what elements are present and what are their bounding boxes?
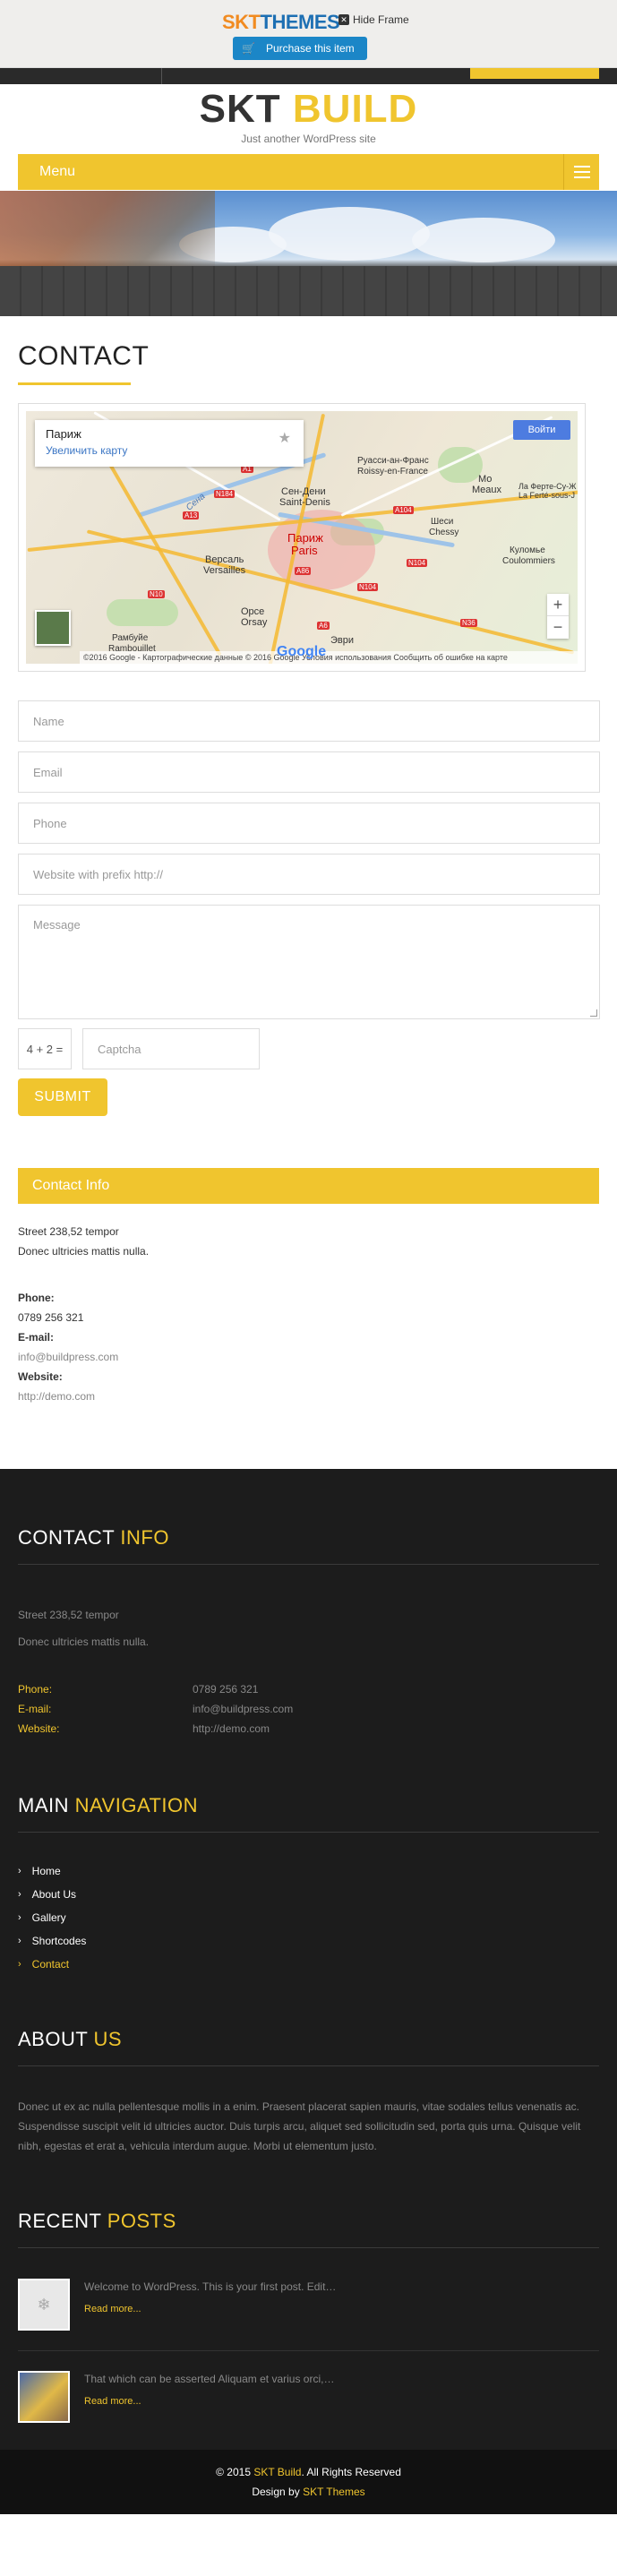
skt-themes-logo[interactable]: SKTTHEMES [222,11,340,34]
copyright-bar: © 2015 SKT Build. All Rights Reserved De… [0,2450,617,2514]
chevron-right-icon: › [18,1912,21,1923]
enlarge-map-link[interactable]: Увеличить карту [46,444,293,457]
title-underline [18,382,131,385]
post-thumbnail[interactable] [18,2371,70,2423]
menu-label: Menu [39,164,76,179]
footer-nav-about[interactable]: › About Us [18,1883,599,1906]
zoom-in-button[interactable]: + [547,594,569,616]
website-input[interactable]: Website with prefix http:// [18,854,600,895]
google-logo: Google [277,644,327,659]
recent-post: ❄ Welcome to WordPress. This is your fir… [18,2279,599,2331]
purchase-button[interactable]: 🛒 Purchase this item [233,37,367,60]
map-place-card: Париж Увеличить карту ★ [35,420,304,467]
footer-contact-section: CONTACT INFO Street 238,52 tempor Donec … [18,1469,599,1739]
map-label-paris: Париж [287,531,323,545]
cart-icon: 🛒 [242,42,255,55]
copyright-site-link[interactable]: SKT Build [253,2466,301,2478]
hamburger-icon[interactable] [563,154,599,190]
recent-post: That which can be asserted Aliquam et va… [18,2371,599,2423]
satellite-toggle[interactable] [35,610,71,646]
google-map[interactable]: Сен-Дени Saint-Denis Руасси-ан-Франс Roi… [26,411,578,664]
message-textarea[interactable]: Message [18,905,600,1019]
chevron-right-icon: › [18,1889,21,1900]
map-frame: Сен-Дени Saint-Denis Руасси-ан-Франс Roi… [18,403,586,672]
footer-nav-list: › Home › About Us › Gallery › Shortcodes › Co… [18,1859,599,1976]
footer-about-heading: ABOUT US [18,2028,123,2050]
site-tagline: Just another WordPress site [241,133,376,145]
phone-input[interactable]: Phone [18,803,600,844]
footer-email-link[interactable]: info@buildpress.com [193,1699,599,1719]
footer-nav-shortcodes[interactable]: › Shortcodes [18,1929,599,1953]
chevron-right-icon: › [18,1936,21,1946]
read-more-link[interactable]: Read more... [84,2396,334,2407]
map-attribution: ©2016 Google - Картографические данные ©… [80,651,578,664]
hide-frame-link[interactable]: ✕ Hide Frame [338,13,409,26]
footer-contact-heading: CONTACT INFO [18,1526,169,1549]
header-banner-image [0,191,617,316]
footer: CONTACT INFO Street 238,52 tempor Donec … [0,1469,617,2450]
footer-nav-contact[interactable]: › Contact [18,1953,599,1976]
footer-nav-gallery[interactable]: › Gallery [18,1906,599,1929]
footer-posts-section: RECENT POSTS ❄ Welcome to WordPress. Thi… [18,2156,599,2423]
captcha-input[interactable]: Captcha [82,1028,260,1069]
contact-phone: 0789 256 321 [18,1311,84,1324]
footer-website-link[interactable]: http://demo.com [193,1719,599,1739]
footer-nav-section: MAIN NAVIGATION › Home › About Us › Gallery… [18,1739,599,1976]
contact-info-block: Street 238,52 tempor Donec ultricies mat… [18,1222,599,1406]
google-signin-button[interactable]: Войти [513,420,570,440]
post-title[interactable]: Welcome to WordPress. This is your first… [84,2279,336,2295]
zoom-out-button[interactable]: − [547,616,569,639]
captcha-question: 4 + 2 = [18,1028,72,1069]
email-input[interactable]: Email [18,751,600,793]
contact-website-link[interactable]: http://demo.com [18,1387,599,1406]
post-title[interactable]: That which can be asserted Aliquam et va… [84,2371,334,2387]
submit-button[interactable]: SUBMIT [18,1078,107,1116]
close-icon: ✕ [338,14,349,25]
read-more-link[interactable]: Read more... [84,2304,336,2314]
header-strip [0,68,617,84]
footer-about-section: ABOUT US Donec ut ex ac nulla pellentesq… [18,1976,599,2156]
map-zoom-control: + − [547,594,569,639]
chevron-right-icon: › [18,1959,21,1970]
site-logo[interactable]: SKT BUILD Just another WordPress site [0,84,617,154]
name-input[interactable]: Name [18,700,600,742]
designer-link[interactable]: SKT Themes [303,2486,365,2498]
footer-nav-heading: MAIN NAVIGATION [18,1794,199,1816]
star-icon[interactable]: ★ [279,429,291,447]
footer-about-text: Donec ut ex ac nulla pellentesque mollis… [18,2100,581,2152]
demo-topbar: SKTTHEMES ✕ Hide Frame 🛒 Purchase this ite… [0,0,617,68]
footer-posts-heading: RECENT POSTS [18,2210,176,2232]
chevron-right-icon: › [18,1866,21,1876]
contact-info-heading: Contact Info [18,1168,599,1204]
page-title: CONTACT [18,341,150,371]
contact-form: Name Email Phone Website with prefix htt… [18,700,600,1116]
footer-nav-home[interactable]: › Home [18,1859,599,1883]
post-thumbnail[interactable]: ❄ [18,2279,70,2331]
contact-email-link[interactable]: info@buildpress.com [18,1347,599,1367]
menu-bar[interactable]: Menu [18,154,599,190]
